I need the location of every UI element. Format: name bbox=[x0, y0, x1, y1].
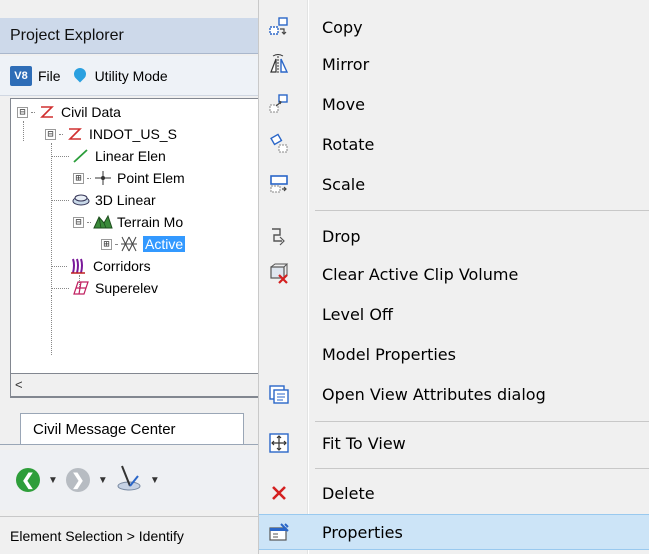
project-explorer-title-text: Project Explorer bbox=[10, 26, 124, 44]
expand-toggle[interactable]: ⊞ bbox=[73, 172, 84, 184]
collapse-toggle[interactable]: ⊟ bbox=[17, 106, 28, 118]
utility-mode-label: Utility Mode bbox=[94, 67, 168, 84]
corridors-icon bbox=[69, 257, 89, 275]
v8-icon: V8 bbox=[10, 65, 32, 86]
tree-node-label: Corridors bbox=[93, 258, 151, 274]
tree-node-superelevation[interactable]: Superelev bbox=[51, 277, 158, 299]
menu-item-scale[interactable]: Scale bbox=[259, 166, 649, 202]
status-bar: Element Selection > Identify bbox=[0, 516, 260, 554]
collapse-toggle[interactable]: ⊟ bbox=[73, 216, 84, 228]
status-text: Element Selection > Identify bbox=[10, 527, 184, 544]
project-explorer-toolbar: V8 File Utility Mode bbox=[0, 56, 260, 96]
drop-icon bbox=[265, 222, 293, 250]
back-arrow-icon[interactable]: ❮ bbox=[16, 468, 40, 492]
forward-dropdown-caret[interactable]: ▼ bbox=[98, 475, 108, 486]
civil-model-icon bbox=[65, 125, 85, 143]
tree-node-label: Superelev bbox=[95, 280, 159, 296]
collapse-toggle[interactable]: ⊟ bbox=[45, 128, 56, 140]
menu-separator bbox=[315, 468, 649, 469]
menu-item-move[interactable]: Move bbox=[259, 86, 649, 122]
menu-item-label: Level Off bbox=[322, 304, 393, 324]
selection-dropdown-caret[interactable]: ▼ bbox=[150, 475, 160, 486]
navigation-toolbar: ❮ ▼ ❯ ▼ ▼ bbox=[0, 450, 260, 510]
tree-horizontal-scrollbar[interactable]: < bbox=[10, 373, 260, 397]
delete-icon bbox=[265, 479, 293, 507]
menu-item-properties[interactable]: Properties bbox=[259, 514, 649, 550]
menu-item-label: Fit To View bbox=[322, 433, 406, 453]
expand-toggle[interactable]: ⊞ bbox=[101, 238, 112, 250]
menu-item-copy[interactable]: Copy bbox=[259, 9, 649, 45]
utility-mode-icon bbox=[71, 66, 89, 86]
menu-item-drop[interactable]: Drop bbox=[259, 218, 649, 254]
menu-item-fit-to-view[interactable]: Fit To View bbox=[259, 425, 649, 461]
project-explorer-title: Project Explorer bbox=[0, 18, 260, 54]
menu-item-model-properties[interactable]: Model Properties bbox=[259, 336, 649, 372]
menu-item-label: Properties bbox=[322, 522, 403, 542]
menu-item-rotate[interactable]: Rotate bbox=[259, 126, 649, 162]
tree-node-civil-data[interactable]: ⊟ Civil Data bbox=[17, 101, 121, 123]
terrain-active-icon bbox=[119, 235, 139, 253]
rotate-icon bbox=[265, 130, 293, 158]
tree-node-point-elements[interactable]: ⊞ Point Elem bbox=[73, 167, 185, 189]
tab-label: Civil Message Center bbox=[33, 421, 176, 438]
linear-element-icon bbox=[71, 147, 91, 165]
view-attributes-icon bbox=[265, 380, 293, 408]
tree-node-label: Point Elem bbox=[117, 170, 185, 186]
tree-node-label: Civil Data bbox=[61, 104, 121, 120]
menu-item-label: Scale bbox=[322, 174, 366, 194]
3d-linear-icon bbox=[71, 191, 91, 209]
tab-civil-message-center[interactable]: Civil Message Center bbox=[20, 413, 244, 445]
menu-item-label: Delete bbox=[322, 483, 375, 503]
tree-node-terrain-models[interactable]: ⊟ Terrain Mo bbox=[73, 211, 183, 233]
menu-item-label: Model Properties bbox=[322, 344, 456, 364]
menu-item-label: Clear Active Clip Volume bbox=[322, 264, 519, 284]
screen: Project Explorer V8 File Utility Mode ⊟ … bbox=[0, 0, 649, 554]
menu-item-open-view-attributes[interactable]: Open View Attributes dialog bbox=[259, 376, 649, 412]
move-icon bbox=[265, 90, 293, 118]
fit-to-view-icon bbox=[265, 429, 293, 457]
tree-node-3d-linear[interactable]: 3D Linear bbox=[51, 189, 156, 211]
back-dropdown-caret[interactable]: ▼ bbox=[48, 475, 58, 486]
menu-item-clear-active-clip-volume[interactable]: Clear Active Clip Volume bbox=[259, 256, 649, 292]
civil-data-icon bbox=[37, 103, 57, 121]
selection-tool-icon[interactable] bbox=[116, 464, 142, 497]
utility-mode-button[interactable]: Utility Mode bbox=[71, 62, 168, 90]
menu-item-label: Drop bbox=[322, 226, 361, 246]
tree-node-corridors[interactable]: Corridors bbox=[51, 255, 151, 277]
menu-item-label: Mirror bbox=[322, 54, 370, 74]
tree-node-label: Linear Elen bbox=[95, 148, 166, 164]
context-menu: Copy Mirror Move Rotate Scale Drop Clear… bbox=[258, 0, 649, 554]
clear-clip-volume-icon bbox=[265, 260, 293, 288]
scroll-left-button[interactable]: < bbox=[15, 377, 23, 392]
point-element-icon bbox=[93, 169, 113, 187]
tree-node-active-terrain[interactable]: ⊞ Active bbox=[101, 233, 186, 255]
menu-item-mirror[interactable]: Mirror bbox=[259, 46, 649, 82]
tree-node-label: 3D Linear bbox=[95, 192, 156, 208]
menu-item-label: Copy bbox=[322, 17, 363, 37]
project-tree[interactable]: ⊟ Civil Data ⊟ INDOT_US_S Linear Elen ⊞ bbox=[10, 98, 260, 398]
menu-item-label: Open View Attributes dialog bbox=[322, 384, 546, 404]
tree-node-label-selected: Active bbox=[143, 236, 186, 252]
menu-item-label: Move bbox=[322, 94, 365, 114]
copy-icon bbox=[265, 13, 293, 41]
tree-node-label: Terrain Mo bbox=[117, 214, 184, 230]
menu-separator bbox=[315, 421, 649, 422]
menu-item-label: Rotate bbox=[322, 134, 375, 154]
mirror-icon bbox=[265, 50, 293, 78]
scale-icon bbox=[265, 170, 293, 198]
superelevation-icon bbox=[71, 279, 91, 297]
tree-node-label: INDOT_US_S bbox=[89, 126, 177, 142]
menu-item-delete[interactable]: Delete bbox=[259, 475, 649, 511]
properties-icon bbox=[265, 519, 293, 547]
file-menu-button[interactable]: V8 File bbox=[10, 62, 61, 90]
terrain-model-icon bbox=[93, 213, 113, 231]
file-menu-label: File bbox=[38, 67, 61, 84]
forward-arrow-icon[interactable]: ❯ bbox=[65, 468, 90, 492]
tree-node-linear-elements[interactable]: Linear Elen bbox=[51, 145, 166, 167]
menu-item-level-off[interactable]: Level Off bbox=[259, 296, 649, 332]
tree-node-model[interactable]: ⊟ INDOT_US_S bbox=[45, 123, 177, 145]
menu-separator bbox=[315, 210, 649, 211]
